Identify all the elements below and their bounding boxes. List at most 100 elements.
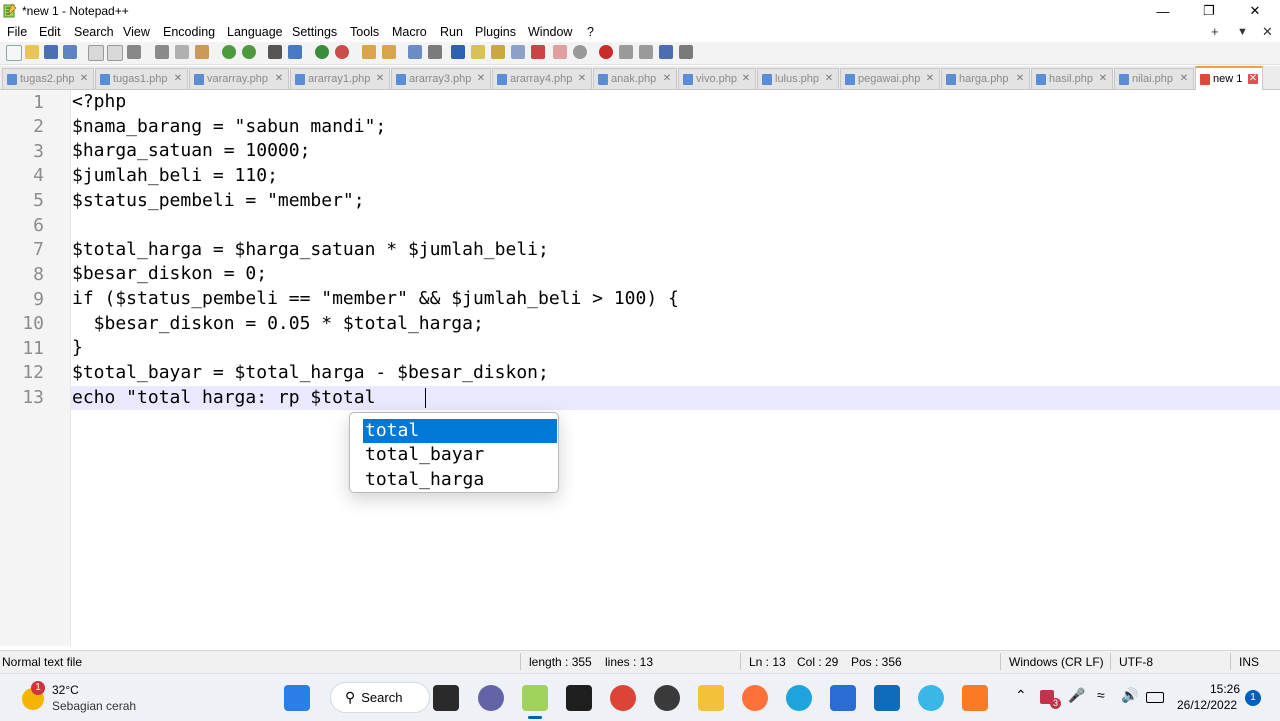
xampp-icon[interactable]: [962, 685, 988, 711]
record-macro-icon[interactable]: [599, 45, 613, 59]
undo-icon[interactable]: [222, 45, 236, 59]
stop-macro-icon[interactable]: [619, 45, 633, 59]
menu-language[interactable]: Language: [227, 25, 283, 39]
menu-tools[interactable]: Tools: [350, 25, 379, 39]
tab-nilai[interactable]: nilai.php ✕: [1114, 68, 1194, 89]
clock-date[interactable]: 26/12/2022: [1177, 698, 1237, 712]
paste-icon[interactable]: [195, 45, 209, 59]
code-line[interactable]: }: [72, 336, 83, 360]
tab-new-1[interactable]: new 1 ✕: [1195, 66, 1263, 90]
new-file-icon[interactable]: [6, 45, 22, 61]
firefox-icon[interactable]: [742, 685, 768, 711]
close-document-icon[interactable]: ✕: [1262, 24, 1273, 40]
status-eol[interactable]: Windows (CR LF): [1009, 655, 1104, 669]
task-view-icon[interactable]: [433, 685, 459, 711]
function-list-icon[interactable]: [511, 45, 525, 59]
indent-guide-icon[interactable]: [451, 45, 465, 59]
show-all-characters-icon[interactable]: [428, 45, 442, 59]
tab-anak[interactable]: anak.php ✕: [593, 68, 677, 89]
code-line[interactable]: $total_harga = $harga_satuan * $jumlah_b…: [72, 238, 549, 262]
replace-icon[interactable]: [288, 45, 302, 59]
tab-harga[interactable]: harga.php ✕: [941, 68, 1030, 89]
notepad-plus-plus-taskbar-icon[interactable]: [522, 685, 548, 711]
taskbar-search[interactable]: ⚲ Search: [330, 682, 430, 713]
file-explorer-icon[interactable]: [698, 685, 724, 711]
terminal-icon[interactable]: [566, 685, 592, 711]
autocomplete-item-total-harga[interactable]: total_harga: [363, 468, 557, 492]
close-file-icon[interactable]: [88, 45, 104, 61]
menu-window[interactable]: Window: [528, 25, 572, 39]
menu-help[interactable]: ?: [587, 25, 594, 39]
code-line[interactable]: $besar_diskon = 0;: [72, 262, 267, 286]
code-line[interactable]: $total_bayar = $total_harga - $besar_dis…: [72, 361, 549, 385]
close-tab-icon[interactable]: ✕: [79, 74, 89, 84]
autocomplete-item-total-bayar[interactable]: total_bayar: [363, 443, 557, 467]
github-desktop-icon[interactable]: [654, 685, 680, 711]
code-line[interactable]: $besar_diskon = 0.05 * $total_harga;: [72, 312, 484, 336]
redo-icon[interactable]: [242, 45, 256, 59]
run-macro-multiple-icon[interactable]: [659, 45, 673, 59]
code-line[interactable]: <?php: [72, 90, 126, 114]
menu-file[interactable]: File: [7, 25, 27, 39]
close-tab-icon[interactable]: ✕: [1248, 74, 1258, 84]
document-map-icon[interactable]: [491, 45, 505, 59]
restore-button[interactable]: ❐: [1186, 0, 1232, 22]
close-tab-icon[interactable]: ✕: [824, 74, 834, 84]
folder-workspace-icon[interactable]: [531, 45, 545, 59]
code-line[interactable]: $status_pembeli = "member";: [72, 189, 365, 213]
save-icon[interactable]: [44, 45, 58, 59]
tab-pegawai[interactable]: pegawai.php ✕: [840, 68, 940, 89]
close-button[interactable]: ✕: [1232, 0, 1278, 22]
menu-search[interactable]: Search: [74, 25, 114, 39]
code-line[interactable]: $jumlah_beli = 110;: [72, 164, 278, 188]
tab-ararray3[interactable]: ararray3.php ✕: [391, 68, 491, 89]
new-tab-plus-icon[interactable]: +: [1211, 24, 1219, 39]
menu-macro[interactable]: Macro: [392, 25, 427, 39]
close-tab-icon[interactable]: ✕: [274, 74, 284, 84]
close-tab-icon[interactable]: ✕: [662, 74, 672, 84]
print-icon[interactable]: [127, 45, 141, 59]
close-tab-icon[interactable]: ✕: [1179, 74, 1189, 84]
menu-settings[interactable]: Settings: [292, 25, 337, 39]
tab-ararray1[interactable]: ararray1.php ✕: [290, 68, 390, 89]
status-encoding[interactable]: UTF-8: [1119, 655, 1153, 669]
show-hidden-icons-chevron-up-icon[interactable]: ⌃: [1015, 687, 1027, 704]
menu-plugins[interactable]: Plugins: [475, 25, 516, 39]
volume-icon[interactable]: 🔊: [1121, 687, 1138, 704]
wifi-icon[interactable]: ≈: [1097, 687, 1105, 703]
app-icon[interactable]: [874, 685, 900, 711]
status-insert-mode[interactable]: INS: [1239, 655, 1259, 669]
menu-run[interactable]: Run: [440, 25, 463, 39]
sync-horizontal-icon[interactable]: [382, 45, 396, 59]
windows-start-icon[interactable]: [284, 685, 310, 711]
weather-widget[interactable]: 1 32°C Sebagian cerah: [20, 680, 150, 716]
code-line[interactable]: $nama_barang = "sabun mandi";: [72, 115, 386, 139]
tab-ararray4[interactable]: ararray4.php ✕: [492, 68, 592, 89]
tab-hasil[interactable]: hasil.php ✕: [1031, 68, 1113, 89]
monitoring-icon[interactable]: [553, 45, 567, 59]
save-macro-icon[interactable]: [679, 45, 693, 59]
close-tab-icon[interactable]: ✕: [1015, 74, 1025, 84]
record-macro-disabled-icon[interactable]: [573, 45, 587, 59]
tab-tugas1[interactable]: tugas1.php ✕: [95, 68, 188, 89]
chrome-icon[interactable]: [610, 685, 636, 711]
zoom-out-icon[interactable]: [335, 45, 349, 59]
zoom-in-icon[interactable]: [315, 45, 329, 59]
code-line[interactable]: $harga_satuan = 10000;: [72, 139, 310, 163]
close-tab-icon[interactable]: ✕: [1098, 74, 1108, 84]
tab-vivo[interactable]: vivo.php ✕: [678, 68, 756, 89]
language-icon[interactable]: [471, 45, 485, 59]
teams-chat-icon[interactable]: [478, 685, 504, 711]
close-all-icon[interactable]: [107, 45, 123, 61]
sync-vertical-icon[interactable]: [362, 45, 376, 59]
copy-icon[interactable]: [175, 45, 189, 59]
microsoft-store-icon[interactable]: [830, 685, 856, 711]
clock-time[interactable]: 15:26: [1210, 682, 1240, 696]
find-icon[interactable]: [268, 45, 282, 59]
autocomplete-item-total[interactable]: total: [363, 419, 557, 443]
cut-icon[interactable]: [155, 45, 169, 59]
open-file-icon[interactable]: [25, 45, 39, 59]
editor-area[interactable]: 1 2 3 4 5 6 7 8 9 10 11 12 13 <?php $nam…: [0, 90, 1280, 646]
save-all-icon[interactable]: [63, 45, 77, 59]
notification-count-badge[interactable]: 1: [1245, 690, 1261, 706]
